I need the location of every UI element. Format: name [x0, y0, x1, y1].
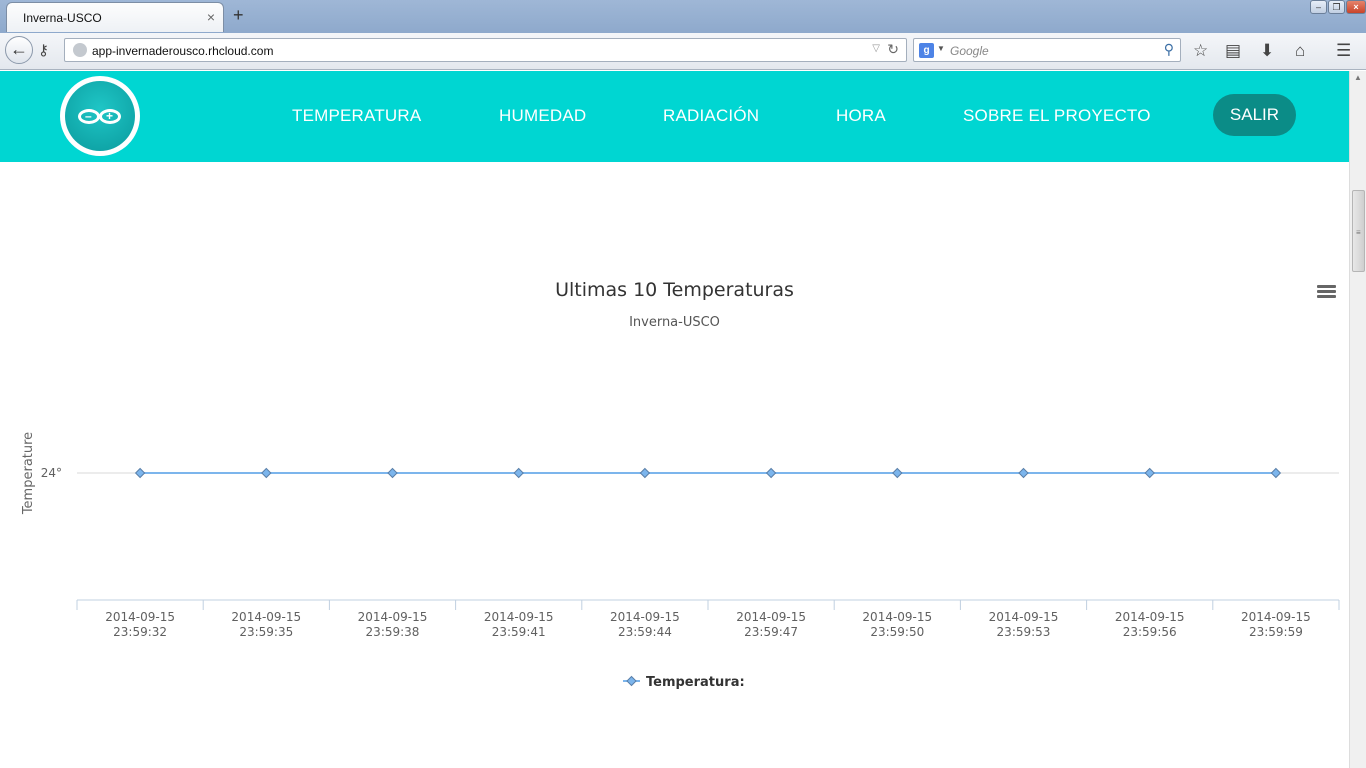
home-icon[interactable]: ⌂ [1295, 41, 1305, 61]
y-tick-label: 24° [41, 466, 62, 480]
data-point [765, 467, 777, 479]
search-engine-dropdown-icon[interactable]: ▼ [937, 44, 945, 53]
x-tick-label: 2014-09-15 23:59:56 [1115, 610, 1185, 639]
browser-tab-strip: Inverna-USCO × + – ❐ × [0, 0, 1366, 33]
data-point [134, 467, 146, 479]
menu-icon[interactable]: ☰ [1336, 41, 1351, 61]
url-bar[interactable]: app-invernaderousco.rhcloud.com ▽ ↻ [64, 38, 907, 62]
scroll-up-icon[interactable]: ▲ [1354, 73, 1362, 82]
bookmarks-list-icon[interactable]: ▤ [1225, 41, 1241, 61]
restore-icon[interactable]: ❐ [1328, 0, 1345, 14]
close-window-icon[interactable]: × [1346, 0, 1366, 14]
data-point [513, 467, 524, 479]
data-point [261, 467, 272, 479]
scroll-grip-icon: ≡ [1356, 228, 1361, 237]
back-arrow-icon[interactable]: ← [5, 36, 33, 64]
search-bar[interactable]: g ▼ Google ⚲ [913, 38, 1181, 62]
minimize-icon[interactable]: – [1310, 0, 1327, 14]
reload-icon[interactable]: ↻ [887, 41, 899, 58]
tab-title: Inverna-USCO [23, 11, 102, 25]
window-controls: – ❐ × [1309, 0, 1366, 14]
globe-icon [73, 43, 87, 57]
browser-tab[interactable]: Inverna-USCO × [6, 2, 224, 32]
x-tick-label: 2014-09-15 23:59:53 [989, 610, 1059, 639]
scrollbar-thumb[interactable]: ≡ [1352, 190, 1365, 272]
x-tick-label: 2014-09-15 23:59:41 [484, 610, 554, 639]
key-icon[interactable]: ⚷ [38, 41, 49, 59]
page-content: – + TEMPERATURA HUMEDAD RADIACIÓN HORA S… [0, 71, 1349, 768]
new-tab-icon[interactable]: + [233, 5, 244, 26]
data-point [1144, 467, 1155, 479]
x-tick-label: 2014-09-15 23:59:32 [105, 610, 175, 639]
download-icon[interactable]: ⬇ [1260, 41, 1274, 61]
x-tick-label: 2014-09-15 23:59:38 [358, 610, 428, 639]
scrollbar[interactable]: ▲ ≡ [1349, 71, 1366, 768]
y-axis-title: Temperature [21, 432, 36, 515]
data-point [639, 467, 651, 479]
browser-toolbar: ← ⚷ app-invernaderousco.rhcloud.com ▽ ↻ … [0, 33, 1366, 70]
x-tick-label: 2014-09-15 23:59:59 [1241, 610, 1311, 639]
x-tick-label: 2014-09-15 23:59:50 [862, 610, 932, 639]
search-icon[interactable]: ⚲ [1164, 41, 1174, 58]
x-tick-label: 2014-09-15 23:59:44 [610, 610, 680, 639]
url-dropdown-icon[interactable]: ▽ [872, 43, 880, 54]
x-tick-label: 2014-09-15 23:59:47 [736, 610, 806, 639]
search-engine-icon[interactable]: g [919, 43, 934, 58]
url-text[interactable]: app-invernaderousco.rhcloud.com [92, 44, 273, 58]
temperature-line-chart: 24° Temperature 2014-09-15 23:59:32 2014-09-… [21, 432, 1340, 690]
legend-marker [626, 675, 637, 687]
data-point [892, 467, 903, 479]
data-point [387, 467, 398, 479]
data-point [1018, 467, 1029, 479]
search-input[interactable]: Google [950, 44, 989, 58]
tab-close-icon[interactable]: × [207, 9, 215, 25]
legend-label: Temperatura: [646, 675, 745, 690]
data-point [1270, 467, 1282, 479]
x-tick-label: 2014-09-15 23:59:35 [231, 610, 301, 639]
bookmark-star-icon[interactable]: ☆ [1193, 41, 1208, 61]
